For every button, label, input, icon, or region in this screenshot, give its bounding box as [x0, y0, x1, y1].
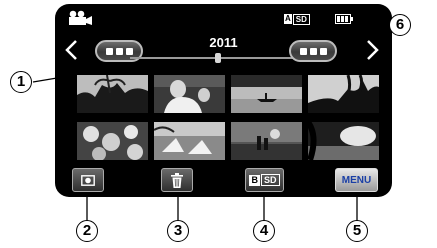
thumbnail[interactable]	[308, 122, 379, 160]
media-slot-label: A	[284, 14, 292, 24]
camera-lcd-screen: A SD 2011 B SD MENU	[55, 4, 392, 197]
year-label: 2011	[209, 35, 238, 50]
thumbnail[interactable]	[77, 75, 148, 113]
thumbnail[interactable]	[154, 75, 225, 113]
next-date-button[interactable]	[289, 40, 337, 62]
battery-icon	[335, 14, 353, 24]
thumbnail[interactable]	[231, 122, 302, 160]
thumbnail[interactable]	[154, 122, 225, 160]
bottom-toolbar: B SD MENU	[55, 164, 392, 197]
media-switch-type: SD	[260, 174, 280, 186]
date-navigation: 2011	[55, 34, 392, 68]
menu-button[interactable]: MENU	[335, 168, 378, 192]
callout-6: 6	[389, 14, 411, 36]
thumbnail[interactable]	[77, 122, 148, 160]
callout-1: 1	[10, 71, 32, 93]
date-slider-knob[interactable]	[215, 53, 221, 63]
trash-icon	[171, 172, 183, 188]
media-switch-button[interactable]: B SD	[245, 168, 284, 192]
chevron-right-icon[interactable]	[361, 38, 383, 62]
thumbnail[interactable]	[231, 75, 302, 113]
media-switch-slot: B	[249, 174, 260, 186]
thumbnail[interactable]	[308, 75, 379, 113]
callout-3: 3	[167, 220, 189, 242]
media-indicator: A SD	[284, 13, 310, 25]
media-type-label: SD	[292, 13, 310, 25]
record-icon	[81, 174, 95, 186]
callout-2: 2	[76, 220, 98, 242]
callout-5: 5	[346, 220, 368, 242]
status-bar: A SD	[55, 4, 392, 34]
callout-4: 4	[253, 220, 275, 242]
thumbnail-grid	[77, 75, 379, 160]
record-button[interactable]	[72, 168, 104, 192]
delete-button[interactable]	[161, 168, 193, 192]
video-camera-icon	[69, 10, 92, 25]
